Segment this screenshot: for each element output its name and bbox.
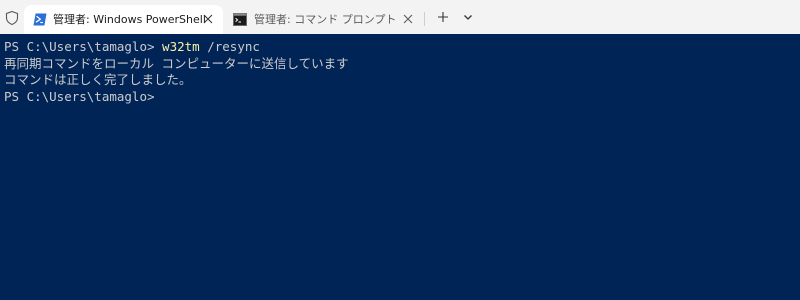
close-icon[interactable] — [402, 13, 414, 25]
tab-label: 管理者: コマンド プロンプト — [254, 13, 397, 26]
close-icon[interactable] — [202, 13, 214, 25]
shield-icon — [5, 10, 19, 26]
command-name: w32tm — [162, 39, 200, 54]
terminal-window: 管理者: Windows PowerShell 管理者: コマンド プロンプト — [0, 0, 800, 300]
terminal-output[interactable]: PS C:\Users\tamaglo> w32tm /resync 再同期コマ… — [0, 34, 800, 300]
tab-label: 管理者: Windows PowerShell — [53, 13, 206, 26]
powershell-icon — [33, 13, 47, 26]
tab-powershell[interactable]: 管理者: Windows PowerShell — [24, 5, 223, 34]
tab-bar: 管理者: Windows PowerShell 管理者: コマンド プロンプト — [0, 0, 800, 34]
new-tab-button[interactable] — [435, 9, 451, 25]
prompt: PS C:\Users\tamaglo> — [4, 39, 163, 54]
terminal-line: 再同期コマンドをローカル コンピューターに送信しています — [4, 55, 349, 71]
prompt: PS C:\Users\tamaglo> — [4, 88, 155, 104]
command-prompt-icon — [233, 13, 247, 26]
command-args: /resync — [199, 39, 260, 54]
terminal-line: PS C:\Users\tamaglo> w32tm /resync — [4, 39, 800, 56]
terminal-line: PS C:\Users\tamaglo> — [4, 89, 800, 106]
tab-divider — [424, 12, 425, 26]
tab-command-prompt[interactable]: 管理者: コマンド プロンプト — [225, 5, 423, 34]
terminal-line: コマンドは正しく完了しました。 — [4, 72, 192, 87]
chevron-down-icon[interactable] — [460, 9, 476, 25]
